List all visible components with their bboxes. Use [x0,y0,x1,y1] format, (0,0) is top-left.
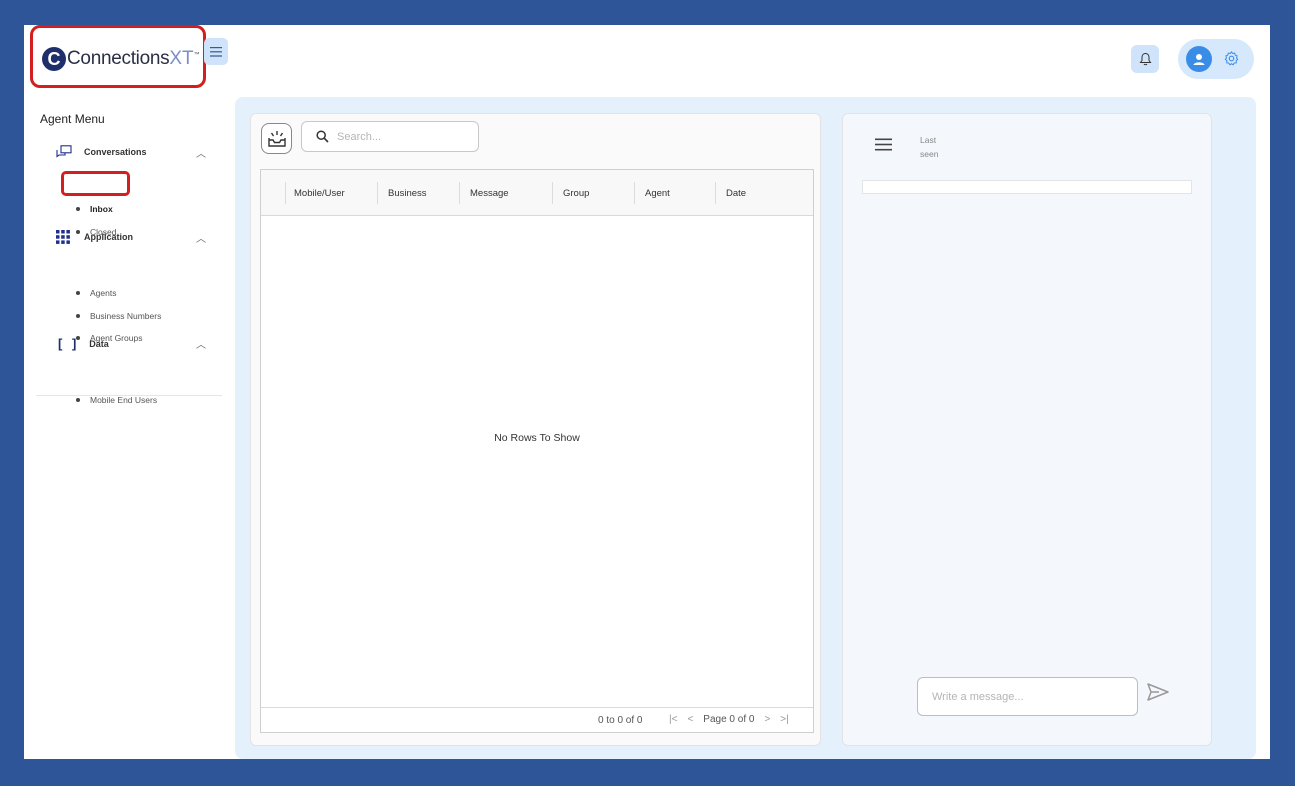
message-field[interactable] [917,677,1138,716]
app-window: C Connections XT ™ Agent Menu Conversati… [24,25,1270,759]
chevron-up-icon[interactable]: ︿ [196,145,206,160]
conversations-panel: Mobile/User Business Message Group Agent… [250,113,821,746]
bullet-icon [76,314,80,318]
sidebar-item-label: Agents [90,288,117,298]
sidebar-item-business-numbers[interactable]: Business Numbers [76,311,161,321]
last-seen-text: Last seen [920,135,939,159]
grid-apps-icon [56,230,70,244]
bullet-icon [76,398,80,402]
table-pagination: 0 to 0 of 0 |< < Page 0 of 0 > >| [261,707,813,732]
chevron-up-icon[interactable]: ︿ [196,230,206,245]
column-header-message[interactable]: Message [470,170,509,216]
chat-panel: Last seen [842,113,1212,746]
notifications-button[interactable] [1131,45,1159,73]
empty-table-message: No Rows To Show [494,432,580,444]
brackets-icon: [ ] [58,336,80,351]
sidebar-section-data[interactable]: [ ] Data ︿ [56,336,216,351]
logo[interactable]: C Connections XT ™ [42,47,200,71]
sidebar-item-label: Mobile End Users [90,395,158,405]
column-header-group[interactable]: Group [563,170,589,216]
chat-bubbles-icon [56,145,72,158]
menu-icon [210,46,222,57]
menu-toggle-button[interactable] [204,38,228,65]
menu-icon[interactable] [875,138,892,151]
logo-suffix: XT [169,48,194,69]
page-indicator: Page 0 of 0 [703,714,755,725]
sidebar-item-label: Inbox [90,204,113,214]
search-icon [316,130,329,143]
sidebar-title: Agent Menu [40,112,105,126]
bell-icon [1139,52,1151,66]
logo-text: Connections [67,48,170,69]
search-field[interactable] [301,121,479,152]
column-separator [715,182,716,204]
sidebar-divider [36,395,222,396]
column-separator [552,182,553,204]
sidebar-section-label: Application [84,232,133,242]
pager: |< < Page 0 of 0 > >| [669,714,799,725]
row-count: 0 to 0 of 0 [598,715,643,726]
avatar[interactable] [1186,46,1212,72]
column-separator [377,182,378,204]
column-separator [634,182,635,204]
bullet-icon [76,291,80,295]
column-header-agent[interactable]: Agent [645,170,670,216]
sidebar-section-label: Data [89,338,109,349]
inbox-highlight-box [61,171,130,196]
sidebar-item-mobile-end-users[interactable]: Mobile End Users [76,395,157,405]
column-header-mobile-user[interactable]: Mobile/User [294,170,345,216]
next-page-icon[interactable]: > [764,714,770,725]
sidebar-section-application-header[interactable]: Application ︿ [56,230,216,245]
sidebar-item-inbox[interactable]: Inbox [76,204,113,214]
bullet-icon [76,207,80,211]
first-page-icon[interactable]: |< [669,714,677,725]
conversations-table: Mobile/User Business Message Group Agent… [260,169,814,733]
inbox-filter-button[interactable] [261,123,292,154]
column-header-date[interactable]: Date [726,170,746,216]
message-input[interactable] [932,690,1122,703]
inbox-icon [267,130,286,147]
column-separator [285,182,286,204]
user-icon [1193,54,1205,65]
column-separator [459,182,460,204]
sidebar-item-agents[interactable]: Agents [76,288,116,298]
chat-status-bar [862,180,1192,194]
logo-mark: C [42,47,66,71]
prev-page-icon[interactable]: < [687,714,693,725]
table-header: Mobile/User Business Message Group Agent… [261,170,813,216]
search-input[interactable] [337,130,467,143]
sidebar-item-label: Business Numbers [90,311,162,321]
user-menu[interactable] [1178,39,1254,79]
logo-trademark: ™ [193,52,200,58]
gear-icon[interactable] [1223,50,1240,67]
send-icon[interactable] [1147,683,1169,701]
sidebar-section-conversations[interactable]: Conversations ︿ [56,145,216,160]
chevron-up-icon[interactable]: ︿ [196,336,206,351]
sidebar-section-label: Conversations [84,147,147,157]
last-page-icon[interactable]: >| [780,714,788,725]
column-header-business[interactable]: Business [388,170,427,216]
